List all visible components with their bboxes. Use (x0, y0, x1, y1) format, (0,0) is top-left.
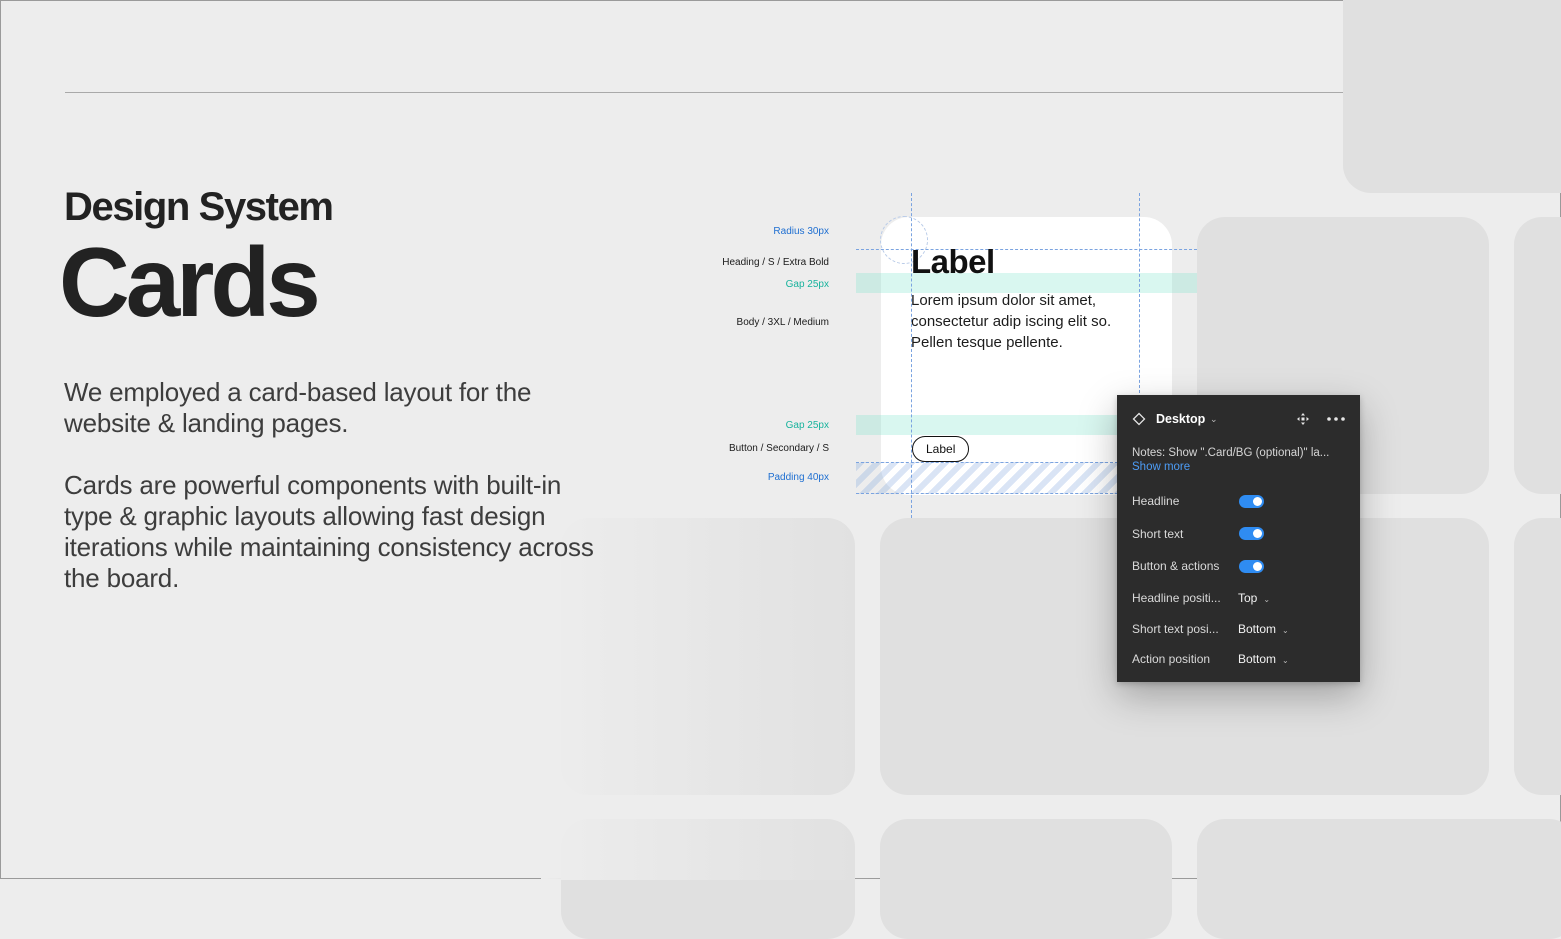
card-heading: Label (911, 243, 995, 280)
chevron-down-icon: ⌄ (1263, 595, 1271, 604)
spec-gap-top: Gap 25px (785, 279, 829, 290)
toggle-label-button-actions: Button & actions (1132, 559, 1220, 573)
bg-tile (880, 819, 1172, 939)
bg-tile (1343, 0, 1561, 193)
toggle-short-text[interactable] (1239, 527, 1264, 540)
component-icon (1132, 412, 1146, 426)
select-value: Bottom (1238, 652, 1277, 666)
select-short-text-position[interactable]: Bottom ⌄ (1238, 622, 1289, 636)
spec-heading-style: Heading / S / Extra Bold (722, 257, 829, 268)
spec-body-style: Body / 3XL / Medium (736, 317, 829, 328)
chevron-down-icon: ⌄ (1282, 656, 1289, 665)
intro-paragraph-1: We employed a card-based layout for the … (64, 377, 532, 438)
properties-panel: Desktop ⌄ Notes: Show ".Card/BG (optiona… (1117, 395, 1360, 682)
card-button[interactable]: Label (912, 436, 970, 462)
guide-left (911, 193, 912, 518)
spec-padding: Padding 40px (767, 472, 829, 483)
chevron-down-icon[interactable]: ⌄ (1210, 414, 1218, 425)
spec-button-style: Button / Secondary / S (728, 443, 829, 454)
padding-hatch (856, 462, 1118, 494)
select-value: Top (1238, 591, 1258, 605)
divider (65, 92, 1343, 93)
select-action-position[interactable]: Bottom ⌄ (1238, 652, 1289, 666)
chevron-down-icon: ⌄ (1282, 626, 1289, 635)
more-icon[interactable] (1326, 415, 1346, 423)
select-label-action-position: Action position (1132, 652, 1211, 666)
panel-title[interactable]: Desktop (1156, 412, 1205, 426)
card-body: Lorem ipsum dolor sit amet, consectetur … (911, 292, 1112, 351)
intro-paragraph-2: Cards are powerful components with built… (64, 470, 594, 593)
bg-tile (1514, 518, 1561, 795)
eyebrow-title: Design System (64, 185, 334, 229)
select-label-headline-position: Headline positi... (1132, 591, 1221, 605)
bg-tile (1197, 819, 1561, 939)
gap-band-bottom (856, 415, 1118, 435)
move-icon[interactable] (1296, 412, 1310, 426)
toggle-label-short-text: Short text (1132, 527, 1184, 541)
guide-top (856, 249, 1197, 250)
notes-text: Notes: Show ".Card/BG (optional)" la... (1132, 447, 1330, 459)
select-headline-position[interactable]: Top ⌄ (1238, 591, 1270, 605)
toggle-button-actions[interactable] (1239, 560, 1264, 573)
select-value: Bottom (1238, 622, 1277, 636)
show-more-link[interactable]: Show more (1132, 461, 1190, 473)
select-label-short-text-position: Short text posi... (1132, 622, 1219, 636)
spec-gap-bottom: Gap 25px (785, 420, 829, 431)
toggle-headline[interactable] (1239, 495, 1264, 508)
toggle-label-headline: Headline (1132, 494, 1180, 508)
page-title: Cards (59, 227, 321, 337)
spec-radius: Radius 30px (773, 226, 829, 237)
bg-tile (1514, 217, 1561, 494)
